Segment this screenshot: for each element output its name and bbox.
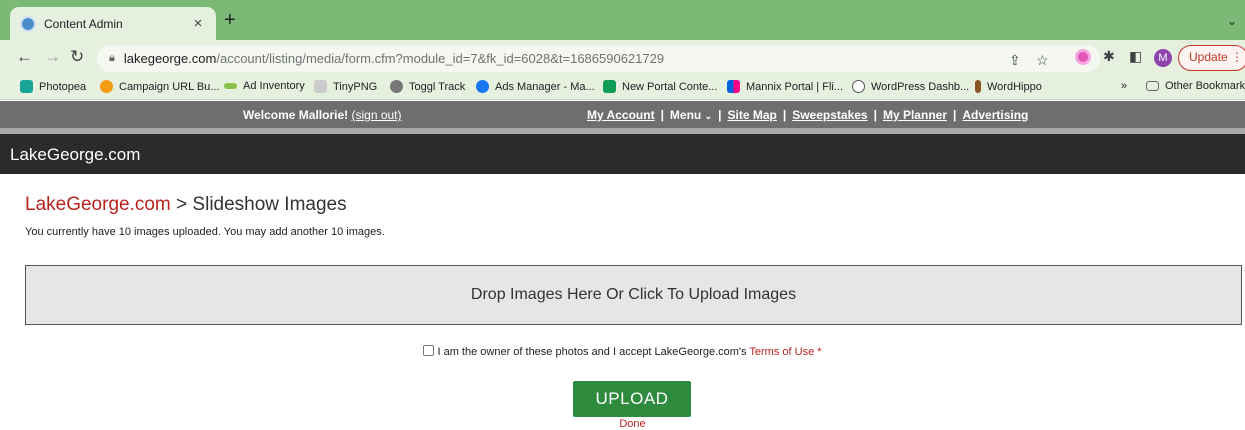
bookmark-item[interactable]: WordHippo <box>975 80 1042 93</box>
my-planner-link[interactable]: My Planner <box>883 108 947 122</box>
bookmarks-overflow-button[interactable]: » <box>1121 80 1127 92</box>
breadcrumb-home-link[interactable]: LakeGeorge.com <box>25 194 171 215</box>
photopea-icon <box>20 80 33 93</box>
bookmark-item[interactable]: Toggl Track <box>390 80 465 93</box>
extension-icon[interactable] <box>1075 49 1091 65</box>
side-panel-icon[interactable]: ◧ <box>1129 48 1142 65</box>
page-title: LakeGeorge.com > Slideshow Images <box>25 194 347 216</box>
bookmark-label: TinyPNG <box>333 80 378 93</box>
top-nav-links: My Account | Menu ⌄ | Site Map | Sweepstakes | M… <box>587 108 1029 122</box>
bookmark-label: Toggl Track <box>409 80 466 93</box>
new-tab-button[interactable]: + <box>224 10 236 30</box>
required-marker: * <box>817 346 822 358</box>
bookmark-label: Campaign URL Bu... <box>119 80 220 93</box>
bookmark-star-icon[interactable]: ☆ <box>1036 52 1049 69</box>
bookmark-item[interactable]: Photopea <box>20 80 86 93</box>
bookmark-item[interactable]: New Portal Conte... <box>603 80 717 93</box>
browser-tabstrip: Content Admin × + ⌄ <box>0 0 1245 40</box>
upload-button[interactable]: UPLOAD <box>573 381 691 417</box>
breadcrumb-separator: > <box>176 194 188 215</box>
wordpress-icon <box>852 80 865 93</box>
bookmark-item[interactable]: WordPress Dashb... <box>852 80 969 93</box>
url-host: lakegeorge.com <box>123 51 217 66</box>
flickr-icon <box>727 80 740 93</box>
address-bar[interactable]: 🔒︎ lakegeorge.com/account/listing/media/… <box>97 45 1100 72</box>
bookmark-label: WordPress Dashb... <box>871 80 970 93</box>
terms-agreement: I am the owner of these photos and I acc… <box>0 345 1245 358</box>
campaign-url-icon <box>100 80 113 93</box>
reload-icon[interactable]: ↻ <box>70 48 84 66</box>
site-header: LakeGeorge.com <box>0 134 1245 174</box>
bookmark-label: New Portal Conte... <box>622 80 718 93</box>
bookmark-item[interactable]: Campaign URL Bu... <box>100 80 219 93</box>
share-icon[interactable]: ⇪ <box>1009 52 1021 69</box>
bookmark-item[interactable]: Mannix Portal | Fli... <box>727 80 843 93</box>
other-bookmarks-folder[interactable]: Other Bookmarks <box>1146 80 1245 92</box>
sheets-icon <box>603 80 616 93</box>
tab-search-chevron-icon[interactable]: ⌄ <box>1227 14 1237 28</box>
welcome-message: Welcome Mallorie! (sign out) <box>243 108 402 122</box>
site-map-link[interactable]: Site Map <box>728 108 777 122</box>
sign-out-link[interactable]: (sign out) <box>351 108 401 122</box>
terms-checkbox[interactable] <box>423 345 435 356</box>
done-link[interactable]: Done <box>0 418 1245 430</box>
bookmark-item[interactable]: Ads Manager - Ma... <box>476 80 595 93</box>
bookmark-item[interactable]: TinyPNG <box>314 80 377 93</box>
back-arrow-icon[interactable]: ← <box>16 48 33 66</box>
site-top-bar: Welcome Mallorie! (sign out) My Account |… <box>0 101 1245 128</box>
folder-icon <box>1146 81 1159 91</box>
lock-icon: 🔒︎ <box>109 52 115 64</box>
bookmark-label: Other Bookmarks <box>1165 80 1245 92</box>
close-tab-icon[interactable]: × <box>190 15 206 32</box>
ad-inventory-icon <box>224 83 237 89</box>
welcome-text: Welcome Mallorie! <box>243 108 349 122</box>
bookmark-label: Ads Manager - Ma... <box>495 80 595 93</box>
upload-count-info: You currently have 10 images uploaded. Y… <box>25 226 385 238</box>
browser-tab[interactable]: Content Admin × <box>10 7 216 40</box>
toggl-icon <box>390 80 403 93</box>
bookmarks-bar: Photopea Campaign URL Bu... Ad Inventory… <box>0 76 1245 100</box>
bookmark-item[interactable]: Ad Inventory <box>224 80 305 92</box>
breadcrumb-current: Slideshow Images <box>192 194 347 215</box>
image-dropzone[interactable]: Drop Images Here Or Click To Upload Imag… <box>25 265 1242 325</box>
tab-favicon-icon <box>20 15 36 32</box>
url-path: /account/listing/media/form.cfm?module_i… <box>216 51 665 66</box>
bookmark-label: Photopea <box>39 80 87 93</box>
site-logo[interactable]: LakeGeorge.com <box>10 145 140 165</box>
menu-link[interactable]: Menu <box>670 108 701 122</box>
update-label: Update <box>1189 50 1228 64</box>
bookmark-label: Mannix Portal | Fli... <box>746 80 843 93</box>
my-account-link[interactable]: My Account <box>587 108 655 122</box>
update-button[interactable]: Update ⋮ <box>1178 45 1245 71</box>
browser-toolbar: ← → ↻ 🔒︎ lakegeorge.com/account/listing/… <box>0 40 1245 76</box>
extensions-puzzle-icon[interactable]: ✱ <box>1103 48 1115 65</box>
profile-avatar[interactable]: M <box>1154 49 1172 67</box>
sweepstakes-link[interactable]: Sweepstakes <box>792 108 867 122</box>
tab-title: Content Admin <box>44 16 123 31</box>
menu-chevron-icon[interactable]: ⌄ <box>705 111 713 121</box>
forward-arrow-icon[interactable]: → <box>44 48 61 66</box>
terms-of-use-link[interactable]: Terms of Use <box>749 346 814 358</box>
advertising-link[interactable]: Advertising <box>962 108 1028 122</box>
tinypng-icon <box>314 80 327 93</box>
wordhippo-icon <box>975 80 981 93</box>
dropzone-label: Drop Images Here Or Click To Upload Imag… <box>470 286 797 303</box>
meta-icon <box>476 80 489 93</box>
terms-text: I am the owner of these photos and I acc… <box>437 346 747 358</box>
bookmark-label: Ad Inventory <box>243 80 305 92</box>
bookmark-label: WordHippo <box>987 80 1042 93</box>
